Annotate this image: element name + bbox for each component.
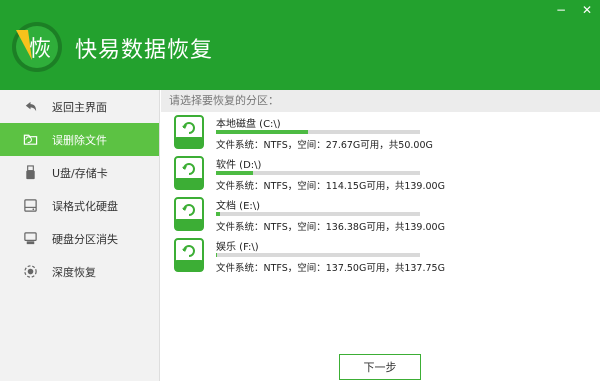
- back-arrow-icon: [22, 99, 38, 115]
- app-title: 快易数据恢复: [75, 38, 214, 63]
- drive-usage-bar: [216, 130, 420, 134]
- drive-usage-fill: [216, 171, 253, 175]
- disk-partition-icon: [22, 231, 38, 247]
- minimize-button[interactable]: −: [548, 0, 574, 20]
- deep-scan-icon: [22, 264, 38, 280]
- drive-usage-bar: [216, 171, 420, 175]
- drive-item-e[interactable]: 文档 (E:\) 文件系统：NTFS，空间：136.38G可用，共139.00G: [161, 195, 600, 235]
- usb-icon: [22, 165, 38, 181]
- sidebar-item-label: 深度恢复: [52, 265, 96, 279]
- drive-icon: [174, 197, 204, 231]
- drive-item-f[interactable]: 娱乐 (F:\) 文件系统：NTFS，空间：137.50G可用，共137.75G: [161, 236, 600, 276]
- title-bar: 恢 快易数据恢复 − ✕: [0, 0, 600, 90]
- sidebar-item-format-disk[interactable]: 误格式化硬盘: [0, 189, 159, 222]
- close-button[interactable]: ✕: [574, 0, 600, 20]
- drive-info: 文件系统：NTFS，空间：136.38G可用，共139.00G: [216, 222, 445, 233]
- drive-info: 文件系统：NTFS，空间：114.15G可用，共139.00G: [216, 181, 445, 192]
- drive-item-c[interactable]: 本地磁盘 (C:\) 文件系统：NTFS，空间：27.67G可用，共50.00G: [161, 113, 600, 153]
- drive-info: 文件系统：NTFS，空间：27.67G可用，共50.00G: [216, 140, 433, 151]
- drive-name: 软件 (D:\): [216, 160, 262, 171]
- hard-drive-icon: [22, 198, 38, 214]
- drive-icon: [174, 115, 204, 149]
- sidebar-item-deleted-files[interactable]: 误删除文件: [0, 123, 159, 156]
- sidebar-item-label: 返回主界面: [52, 100, 107, 114]
- window-controls: − ✕: [548, 0, 600, 20]
- sidebar-item-deep-recovery[interactable]: 深度恢复: [0, 255, 159, 288]
- drive-icon: [174, 238, 204, 272]
- sidebar-item-label: 误删除文件: [52, 133, 107, 147]
- logo-glyph: 恢: [29, 37, 51, 62]
- partition-prompt: 请选择要恢复的分区：: [161, 90, 600, 112]
- drive-info: 文件系统：NTFS，空间：137.50G可用，共137.75G: [216, 263, 445, 274]
- drive-usage-fill: [216, 130, 308, 134]
- drive-usage-fill: [216, 253, 218, 257]
- sidebar-item-usb[interactable]: U盘/存储卡: [0, 156, 159, 189]
- sidebar-item-label: 误格式化硬盘: [52, 199, 118, 213]
- sidebar: 返回主界面 误删除文件 U盘/存储卡 误格式化硬盘 硬盘分区消失 深度恢复: [0, 90, 160, 381]
- sidebar-item-lost-partition[interactable]: 硬盘分区消失: [0, 222, 159, 255]
- drive-name: 本地磁盘 (C:\): [216, 119, 281, 130]
- sidebar-item-label: 硬盘分区消失: [52, 232, 118, 246]
- main-panel: 请选择要恢复的分区： 本地磁盘 (C:\) 文件系统：NTFS，空间：27.67…: [161, 90, 600, 381]
- drive-usage-fill: [216, 212, 221, 216]
- drive-name: 文档 (E:\): [216, 201, 261, 212]
- sidebar-item-back[interactable]: 返回主界面: [0, 90, 159, 123]
- drive-icon: [174, 156, 204, 190]
- sidebar-item-label: U盘/存储卡: [52, 166, 108, 180]
- folder-icon: [22, 132, 38, 148]
- next-button[interactable]: 下一步: [339, 354, 421, 380]
- drive-usage-bar: [216, 212, 420, 216]
- drive-usage-bar: [216, 253, 420, 257]
- drive-item-d[interactable]: 软件 (D:\) 文件系统：NTFS，空间：114.15G可用，共139.00G: [161, 154, 600, 194]
- drive-name: 娱乐 (F:\): [216, 242, 259, 253]
- app-logo: 恢: [12, 22, 62, 72]
